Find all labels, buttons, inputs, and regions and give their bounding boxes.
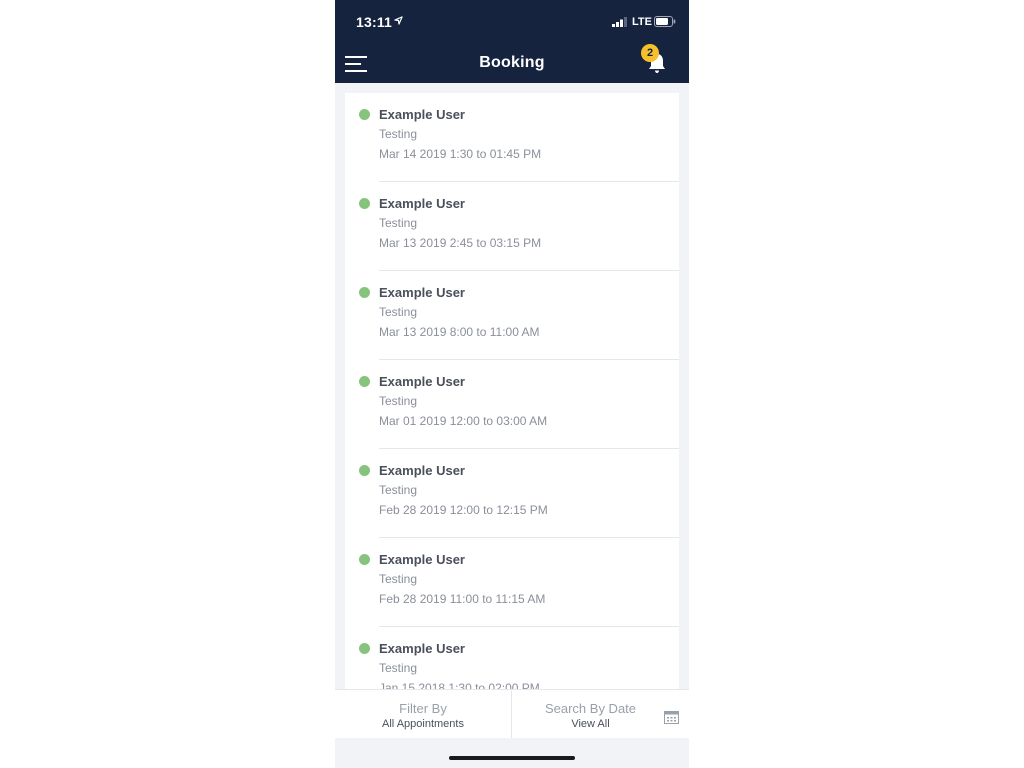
app-header: Booking 2 — [335, 44, 689, 83]
notifications-button[interactable]: 2 — [639, 44, 679, 83]
status-dot — [359, 465, 370, 476]
appointment-name: Example User — [379, 374, 465, 389]
appointment-service: Testing — [379, 572, 418, 586]
search-date-value: View All — [571, 718, 610, 730]
appointment-service: Testing — [379, 305, 418, 319]
appointment-time: Mar 14 2019 1:30 to 01:45 PM — [379, 147, 542, 161]
search-by-date-button[interactable]: Search By Date View All — [512, 690, 689, 738]
appointment-time: Jan 15 2018 1:30 to 02:00 PM — [379, 681, 540, 689]
list-item[interactable]: Example User Testing Mar 14 2019 1:30 to… — [345, 93, 679, 182]
appointment-service: Testing — [379, 127, 418, 141]
status-bar: 13:11 LTE — [335, 0, 689, 44]
home-indicator[interactable] — [449, 756, 575, 760]
bottom-bar: Filter By All Appointments Search By Dat… — [335, 689, 689, 738]
appointment-time: Mar 01 2019 12:00 to 03:00 AM — [379, 414, 548, 428]
filter-by-button[interactable]: Filter By All Appointments — [335, 690, 512, 738]
location-arrow-icon — [394, 16, 403, 25]
appointment-service: Testing — [379, 394, 418, 408]
appointment-time: Feb 28 2019 11:00 to 11:15 AM — [379, 592, 546, 606]
appointment-name: Example User — [379, 285, 465, 300]
status-dot — [359, 376, 370, 387]
status-dot — [359, 643, 370, 654]
appointment-name: Example User — [379, 641, 465, 656]
notification-badge: 2 — [641, 44, 659, 62]
appointment-service: Testing — [379, 661, 418, 675]
filter-value: All Appointments — [382, 718, 464, 730]
filter-label: Filter By — [399, 701, 447, 716]
appointment-service: Testing — [379, 216, 418, 230]
calendar-icon — [664, 711, 679, 724]
list-item[interactable]: Example User Testing Mar 13 2019 8:00 to… — [345, 271, 679, 360]
status-dot — [359, 198, 370, 209]
home-indicator-area — [335, 738, 689, 768]
status-dot — [359, 287, 370, 298]
battery-icon — [654, 16, 676, 27]
list-item[interactable]: Example User Testing Feb 28 2019 12:00 t… — [345, 449, 679, 538]
list-item[interactable]: Example User Testing Mar 01 2019 12:00 t… — [345, 360, 679, 449]
appointment-name: Example User — [379, 552, 465, 567]
network-type: LTE — [632, 16, 652, 28]
list-item[interactable]: Example User Testing Feb 28 2019 11:00 t… — [345, 538, 679, 627]
list-item[interactable]: Example User Testing Jan 15 2018 1:30 to… — [345, 627, 679, 689]
appointment-time: Mar 13 2019 8:00 to 11:00 AM — [379, 325, 540, 339]
signal-icon — [612, 17, 627, 27]
appointment-time: Mar 13 2019 2:45 to 03:15 PM — [379, 236, 542, 250]
phone-screen: 13:11 LTE Booking 2 Example User Testing… — [335, 0, 689, 768]
appointment-name: Example User — [379, 107, 465, 122]
list-item[interactable]: Example User Testing Mar 13 2019 2:45 to… — [345, 182, 679, 271]
appointment-name: Example User — [379, 463, 465, 478]
search-date-label: Search By Date — [544, 701, 637, 716]
appointment-list[interactable]: Example User Testing Mar 14 2019 1:30 to… — [345, 93, 679, 689]
status-dot — [359, 109, 370, 120]
status-time: 13:11 — [356, 14, 393, 30]
appointment-name: Example User — [379, 196, 465, 211]
status-dot — [359, 554, 370, 565]
appointment-service: Testing — [379, 483, 418, 497]
page-title: Booking — [479, 54, 545, 71]
appointment-time: Feb 28 2019 12:00 to 12:15 PM — [379, 503, 548, 517]
